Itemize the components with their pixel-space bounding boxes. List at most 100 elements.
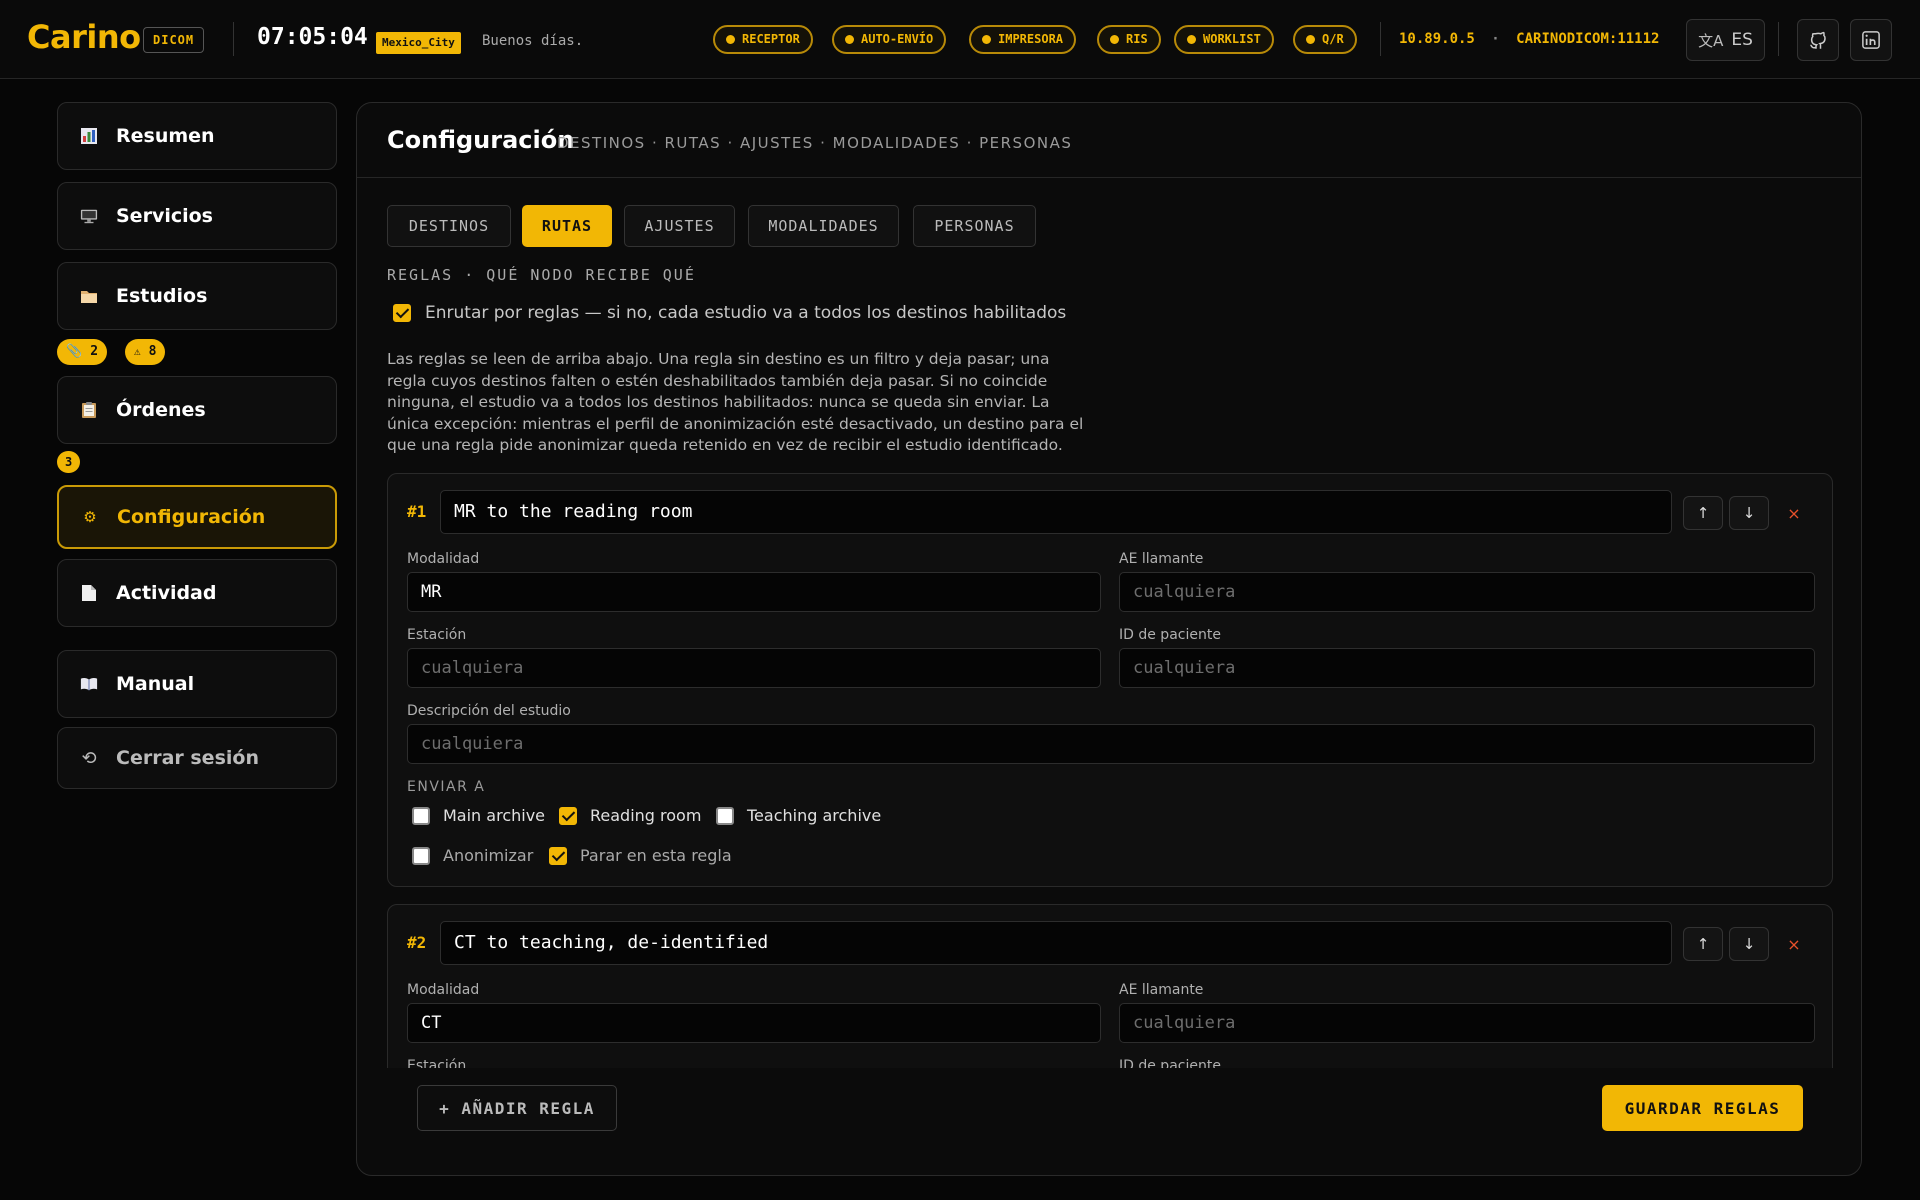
status-dot-icon <box>982 35 991 44</box>
sidebar-item-servicios[interactable]: Servicios <box>57 182 337 250</box>
translate-icon: 文A <box>1698 31 1724 50</box>
tab-modalidades[interactable]: MODALIDADES <box>748 205 899 247</box>
divider <box>1778 22 1779 56</box>
sidebar-item-ordenes[interactable]: Órdenes <box>57 376 337 444</box>
modality-label: Modalidad <box>407 551 480 567</box>
tab-rutas[interactable]: RUTAS <box>522 205 612 247</box>
anonymize-option[interactable]: Anonimizar <box>412 846 533 865</box>
tab-personas[interactable]: PERSONAS <box>913 205 1036 247</box>
destination-main-archive[interactable]: Main archive <box>412 806 545 825</box>
ordenes-count-badge[interactable]: 3 <box>57 451 81 473</box>
sidebar-item-resumen[interactable]: Resumen <box>57 102 337 170</box>
rule-name-input[interactable]: MR to the reading room <box>440 490 1672 534</box>
arrow-down-icon: ↓ <box>1742 935 1756 953</box>
move-up-button[interactable]: ↑ <box>1683 927 1723 961</box>
sidebar-item-configuracion[interactable]: ⚙ Configuración <box>57 485 337 549</box>
github-button[interactable] <box>1797 19 1839 61</box>
github-icon <box>1810 31 1826 49</box>
rule-card: #2 CT to teaching, de-identified ↑ ↓ × M… <box>387 904 1833 1068</box>
clock: 07:05:04 <box>257 24 368 50</box>
calling-ae-input[interactable]: cualquiera <box>1119 572 1815 612</box>
server-address: 10.89.0.5 · CARINODICOM:11112 <box>1399 31 1660 47</box>
stop-at-rule-option[interactable]: Parar en esta regla <box>549 846 732 865</box>
book-icon <box>80 675 98 693</box>
help-text: Las reglas se leen de arriba abajo. Una … <box>387 350 1084 454</box>
rule-number: #1 <box>407 502 427 521</box>
study-description-label: Descripción del estudio <box>407 703 571 719</box>
status-dot-icon <box>726 35 735 44</box>
top-bar: Carino DICOM 07:05:04 Mexico_City Buenos… <box>0 0 1920 79</box>
status-dot-icon <box>1110 35 1119 44</box>
move-up-button[interactable]: ↑ <box>1683 496 1723 530</box>
tab-destinos[interactable]: DESTINOS <box>387 205 511 247</box>
station-label: Estación <box>407 1058 467 1068</box>
language-button[interactable]: 文A ES <box>1686 19 1765 61</box>
attachments-badge[interactable]: 📎 2 <box>57 339 108 365</box>
gear-icon: ⚙ <box>83 509 97 526</box>
save-rules-button[interactable]: GUARDAR REGLAS <box>1602 1085 1803 1131</box>
modality-label: Modalidad <box>407 982 480 998</box>
app-logo: Carino <box>27 18 141 56</box>
destination-teaching-archive[interactable]: Teaching archive <box>716 806 881 825</box>
status-dot-icon <box>1187 35 1196 44</box>
rules-list[interactable]: #1 MR to the reading room ↑ ↓ × Modalida… <box>387 473 1833 1068</box>
status-pill-impresora[interactable]: IMPRESORA <box>969 25 1077 54</box>
routing-checkbox[interactable] <box>393 304 411 322</box>
add-rule-button[interactable]: + AÑADIR REGLA <box>417 1085 617 1131</box>
close-icon: × <box>1787 934 1801 954</box>
warnings-badge[interactable]: ⚠ 8 <box>125 339 166 365</box>
status-pill-ris[interactable]: RIS <box>1097 25 1161 54</box>
checkbox[interactable] <box>549 846 567 865</box>
status-pill-auto-envio[interactable]: AUTO-ENVÍO <box>832 25 947 54</box>
arrow-up-icon: ↑ <box>1696 504 1710 522</box>
linkedin-icon <box>1862 31 1880 49</box>
clipboard-icon <box>80 401 98 419</box>
tab-ajustes[interactable]: AJUSTES <box>624 205 735 247</box>
delete-rule-button[interactable]: × <box>1774 496 1814 530</box>
calling-ae-label: AE llamante <box>1119 982 1204 998</box>
rule-number: #2 <box>407 933 427 952</box>
sidebar-item-manual[interactable]: Manual <box>57 650 337 718</box>
study-description-input[interactable]: cualquiera <box>407 724 1815 764</box>
move-down-button[interactable]: ↓ <box>1729 927 1769 961</box>
status-dot-icon <box>845 35 854 44</box>
logout-icon: ⟲ <box>81 747 97 768</box>
checkbox[interactable] <box>716 806 734 825</box>
sidebar-item-logout[interactable]: ⟲ Cerrar sesión <box>57 727 337 789</box>
status-pill-worklist[interactable]: WORKLIST <box>1174 25 1274 54</box>
chart-icon <box>80 127 98 145</box>
folder-icon <box>80 287 98 305</box>
timezone-badge: Mexico_City <box>376 32 461 54</box>
rule-name-input[interactable]: CT to teaching, de-identified <box>440 921 1672 965</box>
panel-header: Configuración DESTINOS · RUTAS · AJUSTES… <box>357 103 1861 178</box>
checkbox[interactable] <box>412 846 430 865</box>
status-pill-qr[interactable]: Q/R <box>1293 25 1357 54</box>
page-title: Configuración <box>387 126 575 154</box>
linkedin-button[interactable] <box>1850 19 1892 61</box>
checkbox[interactable] <box>559 806 577 825</box>
checkbox[interactable] <box>412 806 430 825</box>
sidebar-item-actividad[interactable]: Actividad <box>57 559 337 627</box>
status-pill-receptor[interactable]: RECEPTOR <box>713 25 813 54</box>
arrow-down-icon: ↓ <box>1742 504 1756 522</box>
status-dot-icon <box>1306 35 1315 44</box>
modality-input[interactable]: CT <box>407 1003 1101 1043</box>
divider <box>1380 22 1381 56</box>
calling-ae-label: AE llamante <box>1119 551 1204 567</box>
greeting: Buenos días. <box>482 33 584 49</box>
document-icon <box>80 584 98 602</box>
station-input[interactable]: cualquiera <box>407 648 1101 688</box>
close-icon: × <box>1787 503 1801 523</box>
configuration-panel: Configuración DESTINOS · RUTAS · AJUSTES… <box>356 102 1862 1176</box>
send-to-label: ENVIAR A <box>407 779 486 795</box>
patient-id-input[interactable]: cualquiera <box>1119 648 1815 688</box>
move-down-button[interactable]: ↓ <box>1729 496 1769 530</box>
modality-input[interactable]: MR <box>407 572 1101 612</box>
routing-toggle[interactable]: Enrutar por reglas — si no, cada estudio… <box>393 303 1066 323</box>
sidebar-item-estudios[interactable]: Estudios <box>57 262 337 330</box>
patient-id-label: ID de paciente <box>1119 627 1221 643</box>
paperclip-icon: 📎 <box>66 344 83 359</box>
destination-reading-room[interactable]: Reading room <box>559 806 701 825</box>
calling-ae-input[interactable]: cualquiera <box>1119 1003 1815 1043</box>
delete-rule-button[interactable]: × <box>1774 927 1814 961</box>
